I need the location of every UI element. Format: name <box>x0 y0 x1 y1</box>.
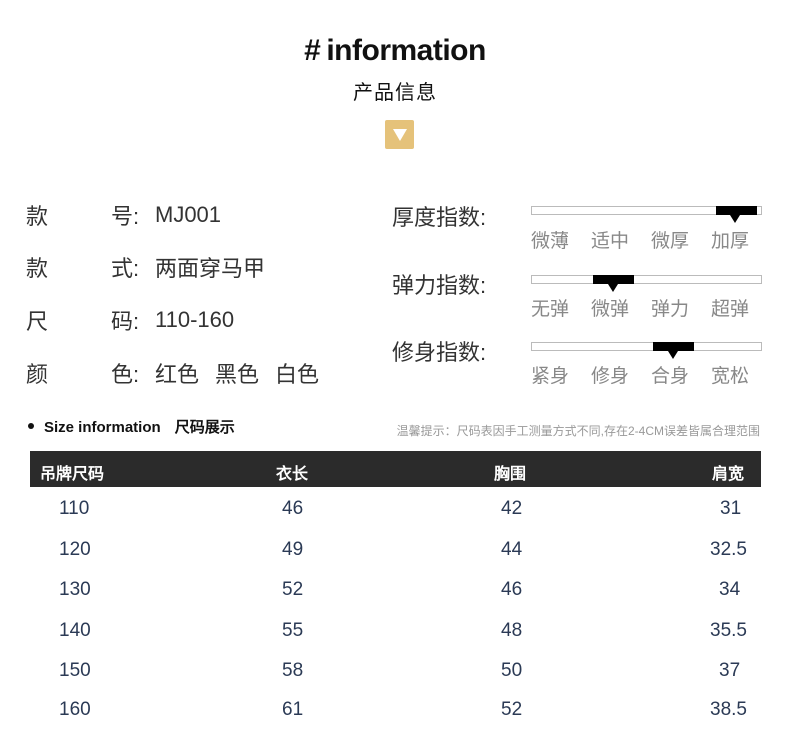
table-row: 150 58 50 37 <box>30 656 761 686</box>
header-cell: 胸围 <box>494 466 527 483</box>
table-row: 120 49 44 32.5 <box>30 535 761 565</box>
index-label: 修身指数: <box>392 340 487 365</box>
measurement-tip: 温馨提示：尺码表因手工测量方式不同,存在2-4CM误差皆属合理范围 <box>396 424 760 438</box>
header-cell: 肩宽 <box>712 466 745 483</box>
table-cell: 38.5 <box>710 699 747 720</box>
color-option: 白色 <box>275 362 320 387</box>
index-fit: 修身指数: 紧身 修身 合身 宽松 <box>392 335 772 395</box>
table-cell: 46 <box>501 579 523 600</box>
table-cell: 120 <box>59 539 91 560</box>
index-options: 紧身 修身 合身 宽松 <box>531 361 771 388</box>
table-cell: 49 <box>282 539 304 560</box>
table-cell: 35.5 <box>710 620 747 641</box>
index-marker <box>730 215 740 223</box>
index-option: 适中 <box>591 231 630 252</box>
index-option: 超弹 <box>711 299 750 320</box>
spec-row-style: 款 式: 两面穿马甲 <box>26 252 265 282</box>
color-option: 红色 <box>155 362 200 387</box>
spec-row-model: 款 号: MJ001 <box>26 200 221 230</box>
size-table-header: 吊牌尺码 衣长 胸围 肩宽 <box>30 451 761 487</box>
index-track <box>531 342 762 359</box>
index-options: 无弹 微弹 弹力 超弹 <box>531 294 771 321</box>
table-cell: 150 <box>59 660 91 681</box>
index-option: 弹力 <box>651 299 690 320</box>
color-option: 黑色 <box>215 362 260 387</box>
spec-value: MJ001 <box>155 202 222 227</box>
table-cell: 140 <box>59 620 91 641</box>
size-title-cn: 尺码展示 <box>174 419 235 436</box>
table-cell: 42 <box>501 498 523 519</box>
chevron-down-icon <box>392 128 407 141</box>
table-cell: 52 <box>282 579 304 600</box>
index-track <box>531 275 762 292</box>
table-cell: 50 <box>501 660 523 681</box>
table-row: 130 52 46 34 <box>30 575 761 605</box>
index-option: 合身 <box>651 366 690 387</box>
size-section-title: Size information 尺码展示 <box>28 416 235 437</box>
index-option: 微薄 <box>531 231 570 252</box>
spec-value: 红色 黑色 白色 <box>155 357 319 389</box>
spec-row-size: 尺 码: 110-160 <box>26 305 234 335</box>
spec-key2: 式: <box>111 256 140 281</box>
spec-value: 两面穿马甲 <box>155 256 266 281</box>
table-cell: 110 <box>59 498 90 519</box>
spec-key2: 色: <box>111 362 140 387</box>
size-title-en: Size information <box>44 419 161 436</box>
table-cell: 34 <box>719 579 741 600</box>
spec-key2: 码: <box>111 309 140 334</box>
index-marker <box>608 284 618 292</box>
index-option: 加厚 <box>711 231 750 252</box>
spec-key1: 款 <box>26 256 49 281</box>
spec-key1: 颜 <box>26 362 49 387</box>
spec-key1: 款 <box>26 204 49 229</box>
index-option: 紧身 <box>531 366 570 387</box>
spec-value: 110-160 <box>155 307 235 332</box>
table-cell: 31 <box>720 498 742 519</box>
header-cell: 衣长 <box>276 466 309 483</box>
index-fill <box>653 342 694 351</box>
spec-row-color: 颜 色: 红色 黑色 白色 <box>26 358 319 388</box>
index-options: 微薄 适中 微厚 加厚 <box>531 226 771 253</box>
table-cell: 44 <box>501 539 523 560</box>
table-cell: 58 <box>282 660 304 681</box>
table-cell: 46 <box>282 498 304 519</box>
index-option: 修身 <box>591 366 630 387</box>
table-row: 140 55 48 35.5 <box>30 616 761 646</box>
table-row: 160 61 52 38.5 <box>30 695 761 725</box>
table-cell: 55 <box>282 620 304 641</box>
table-cell: 61 <box>282 699 304 720</box>
index-option: 宽松 <box>711 366 750 387</box>
table-cell: 48 <box>501 620 523 641</box>
index-thickness: 厚度指数: 微薄 适中 微厚 加厚 <box>392 200 772 260</box>
table-cell: 52 <box>501 699 523 720</box>
index-option: 微厚 <box>651 231 690 252</box>
header-title: # information <box>0 34 790 68</box>
table-cell: 130 <box>59 579 91 600</box>
bullet-icon <box>28 423 34 430</box>
index-option: 微弹 <box>591 299 630 320</box>
header-subtitle: 产品信息 <box>353 82 437 104</box>
title-text: information <box>326 34 486 67</box>
hash-symbol: # <box>304 34 321 67</box>
table-cell: 160 <box>59 699 91 720</box>
index-fill <box>593 275 634 284</box>
header-cell: 吊牌尺码 <box>40 466 105 483</box>
index-option: 无弹 <box>531 299 570 320</box>
index-label: 弹力指数: <box>392 273 487 298</box>
index-fill <box>716 206 757 215</box>
table-cell: 32.5 <box>710 539 747 560</box>
down-badge <box>385 120 414 149</box>
spec-key1: 尺 <box>26 309 49 334</box>
table-row: 110 46 42 31 <box>30 494 761 524</box>
index-label: 厚度指数: <box>392 205 487 230</box>
spec-key2: 号: <box>111 204 140 229</box>
index-marker <box>668 351 678 359</box>
index-elasticity: 弹力指数: 无弹 微弹 弹力 超弹 <box>392 268 772 328</box>
index-track <box>531 206 762 223</box>
table-cell: 37 <box>719 660 741 681</box>
